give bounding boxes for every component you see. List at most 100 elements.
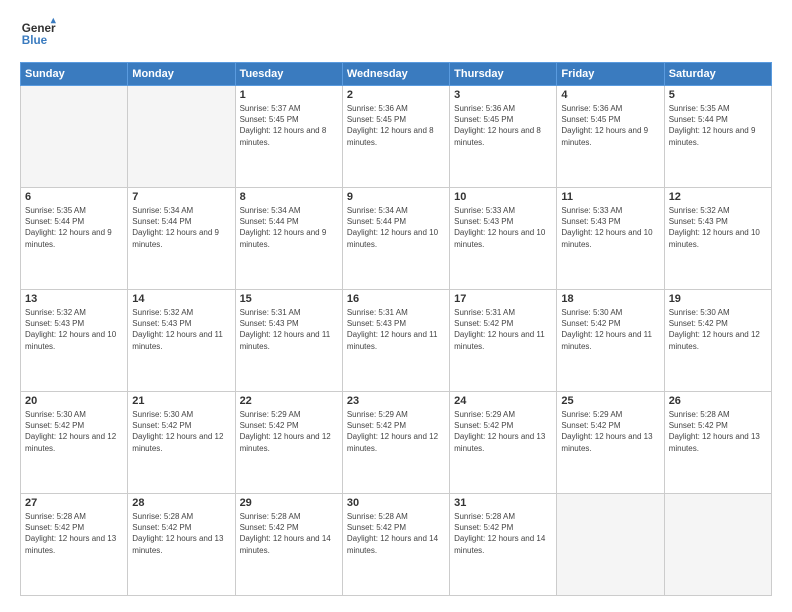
week-row-3: 20 Sunrise: 5:30 AMSunset: 5:42 PMDayligh…: [21, 392, 772, 494]
weekday-header-row: SundayMondayTuesdayWednesdayThursdayFrid…: [21, 63, 772, 86]
calendar-cell: 29Sunrise: 5:28 AMSunset: 5:42 PMDayligh…: [235, 494, 342, 596]
calendar-cell: 27 Sunrise: 5:28 AMSunset: 5:42 PMDayligh…: [21, 494, 128, 596]
day-number: 15: [240, 293, 338, 305]
calendar-cell: [21, 86, 128, 188]
day-number: 29: [240, 497, 338, 509]
day-number: 31: [454, 497, 552, 509]
weekday-header-friday: Friday: [557, 63, 664, 86]
day-info: Sunrise: 5:36 AMSunset: 5:45 PMDaylight:…: [454, 103, 552, 148]
calendar-cell: 9 Sunrise: 5:34 AMSunset: 5:44 PMDaylight…: [342, 188, 449, 290]
calendar-cell: 1Sunrise: 5:37 AMSunset: 5:45 PMDaylight…: [235, 86, 342, 188]
calendar-cell: 6 Sunrise: 5:35 AMSunset: 5:44 PMDaylight…: [21, 188, 128, 290]
day-number: 17: [454, 293, 552, 305]
page: General Blue SundayMondayTuesdayWednesda…: [0, 0, 792, 612]
calendar-cell: 28 Sunrise: 5:28 AMSunset: 5:42 PMDayligh…: [128, 494, 235, 596]
calendar-cell: 2 Sunrise: 5:36 AMSunset: 5:45 PMDaylight…: [342, 86, 449, 188]
day-info: Sunrise: 5:30 AMSunset: 5:42 PMDaylight:…: [669, 307, 767, 352]
calendar-cell: 31 Sunrise: 5:28 AMSunset: 5:42 PMDayligh…: [450, 494, 557, 596]
day-info: Sunrise: 5:29 AMSunset: 5:42 PMDaylight:…: [347, 409, 445, 454]
day-number: 19: [669, 293, 767, 305]
day-number: 18: [561, 293, 659, 305]
day-number: 24: [454, 395, 552, 407]
calendar-cell: 5 Sunrise: 5:35 AMSunset: 5:44 PMDaylight…: [664, 86, 771, 188]
day-info: Sunrise: 5:31 AMSunset: 5:42 PMDaylight:…: [454, 307, 552, 352]
day-number: 11: [561, 191, 659, 203]
day-number: 30: [347, 497, 445, 509]
calendar-cell: 22Sunrise: 5:29 AMSunset: 5:42 PMDayligh…: [235, 392, 342, 494]
calendar-cell: 4 Sunrise: 5:36 AMSunset: 5:45 PMDaylight…: [557, 86, 664, 188]
day-number: 27: [25, 497, 123, 509]
day-info: Sunrise: 5:35 AMSunset: 5:44 PMDaylight:…: [25, 205, 123, 250]
day-info: Sunrise: 5:32 AMSunset: 5:43 PMDaylight:…: [669, 205, 767, 250]
week-row-4: 27 Sunrise: 5:28 AMSunset: 5:42 PMDayligh…: [21, 494, 772, 596]
week-row-1: 6 Sunrise: 5:35 AMSunset: 5:44 PMDaylight…: [21, 188, 772, 290]
day-info: Sunrise: 5:33 AMSunset: 5:43 PMDaylight:…: [561, 205, 659, 250]
day-number: 13: [25, 293, 123, 305]
day-number: 6: [25, 191, 123, 203]
day-info: Sunrise: 5:29 AMSunset: 5:42 PMDaylight:…: [240, 409, 338, 454]
day-number: 5: [669, 89, 767, 101]
calendar-cell: 23Sunrise: 5:29 AMSunset: 5:42 PMDayligh…: [342, 392, 449, 494]
day-number: 14: [132, 293, 230, 305]
day-number: 9: [347, 191, 445, 203]
calendar-cell: 14 Sunrise: 5:32 AMSunset: 5:43 PMDayligh…: [128, 290, 235, 392]
calendar-cell: 13Sunrise: 5:32 AMSunset: 5:43 PMDayligh…: [21, 290, 128, 392]
calendar-cell: 18Sunrise: 5:30 AMSunset: 5:42 PMDayligh…: [557, 290, 664, 392]
day-info: Sunrise: 5:28 AMSunset: 5:42 PMDaylight:…: [347, 511, 445, 556]
day-info: Sunrise: 5:31 AMSunset: 5:43 PMDaylight:…: [240, 307, 338, 352]
day-info: Sunrise: 5:32 AMSunset: 5:43 PMDaylight:…: [132, 307, 230, 352]
day-number: 28: [132, 497, 230, 509]
day-number: 16: [347, 293, 445, 305]
day-info: Sunrise: 5:34 AMSunset: 5:44 PMDaylight:…: [347, 205, 445, 250]
calendar-cell: 25Sunrise: 5:29 AMSunset: 5:42 PMDayligh…: [557, 392, 664, 494]
day-info: Sunrise: 5:34 AMSunset: 5:44 PMDaylight:…: [132, 205, 230, 250]
day-number: 26: [669, 395, 767, 407]
weekday-header-sunday: Sunday: [21, 63, 128, 86]
day-info: Sunrise: 5:35 AMSunset: 5:44 PMDaylight:…: [669, 103, 767, 148]
day-info: Sunrise: 5:28 AMSunset: 5:42 PMDaylight:…: [669, 409, 767, 454]
day-info: Sunrise: 5:30 AMSunset: 5:42 PMDaylight:…: [132, 409, 230, 454]
calendar-cell: 16Sunrise: 5:31 AMSunset: 5:43 PMDayligh…: [342, 290, 449, 392]
calendar-cell: 24 Sunrise: 5:29 AMSunset: 5:42 PMDayligh…: [450, 392, 557, 494]
day-info: Sunrise: 5:37 AMSunset: 5:45 PMDaylight:…: [240, 103, 338, 148]
day-info: Sunrise: 5:34 AMSunset: 5:44 PMDaylight:…: [240, 205, 338, 250]
day-info: Sunrise: 5:28 AMSunset: 5:42 PMDaylight:…: [25, 511, 123, 556]
weekday-header-saturday: Saturday: [664, 63, 771, 86]
week-row-0: 1Sunrise: 5:37 AMSunset: 5:45 PMDaylight…: [21, 86, 772, 188]
day-number: 12: [669, 191, 767, 203]
day-info: Sunrise: 5:30 AMSunset: 5:42 PMDaylight:…: [25, 409, 123, 454]
week-row-2: 13 Sunrise: 5:32 AMSunset: 5:43 PMDayligh…: [21, 290, 772, 392]
day-info: Sunrise: 5:36 AMSunset: 5:45 PMDaylight:…: [347, 103, 445, 148]
day-info: Sunrise: 5:28 AMSunset: 5:42 PMDaylight:…: [454, 511, 552, 556]
calendar-table: SundayMondayTuesdayWednesdayThursdayFrid…: [20, 62, 772, 596]
day-info: Sunrise: 5:28 AMSunset: 5:42 PMDaylight:…: [132, 511, 230, 556]
calendar-cell: 26 Sunrise: 5:28 AMSunset: 5:42 PMDayligh…: [664, 392, 771, 494]
calendar-cell: 12 Sunrise: 5:32 AMSunset: 5:43 PMDayligh…: [664, 188, 771, 290]
calendar-cell: 21Sunrise: 5:30 AMSunset: 5:42 PMDayligh…: [128, 392, 235, 494]
calendar-cell: 3 Sunrise: 5:36 AMSunset: 5:45 PMDaylight…: [450, 86, 557, 188]
weekday-header-monday: Monday: [128, 63, 235, 86]
day-info: Sunrise: 5:33 AMSunset: 5:43 PMDaylight:…: [454, 205, 552, 250]
calendar-cell: 7 Sunrise: 5:34 AMSunset: 5:44 PMDaylight…: [128, 188, 235, 290]
day-number: 7: [132, 191, 230, 203]
calendar-cell: 8Sunrise: 5:34 AMSunset: 5:44 PMDaylight…: [235, 188, 342, 290]
calendar-cell: 30 Sunrise: 5:28 AMSunset: 5:42 PMDayligh…: [342, 494, 449, 596]
day-number: 2: [347, 89, 445, 101]
weekday-header-wednesday: Wednesday: [342, 63, 449, 86]
calendar-cell: [128, 86, 235, 188]
day-number: 25: [561, 395, 659, 407]
day-number: 4: [561, 89, 659, 101]
calendar-cell: 17 Sunrise: 5:31 AMSunset: 5:42 PMDayligh…: [450, 290, 557, 392]
day-number: 3: [454, 89, 552, 101]
calendar-cell: 19 Sunrise: 5:30 AMSunset: 5:42 PMDayligh…: [664, 290, 771, 392]
calendar-cell: [557, 494, 664, 596]
calendar-cell: 20 Sunrise: 5:30 AMSunset: 5:42 PMDayligh…: [21, 392, 128, 494]
calendar-cell: 10Sunrise: 5:33 AMSunset: 5:43 PMDayligh…: [450, 188, 557, 290]
day-number: 20: [25, 395, 123, 407]
calendar-cell: [664, 494, 771, 596]
weekday-header-thursday: Thursday: [450, 63, 557, 86]
calendar-cell: 11 Sunrise: 5:33 AMSunset: 5:43 PMDayligh…: [557, 188, 664, 290]
day-info: Sunrise: 5:29 AMSunset: 5:42 PMDaylight:…: [454, 409, 552, 454]
generalblue-logo-icon: General Blue: [20, 16, 56, 52]
day-info: Sunrise: 5:36 AMSunset: 5:45 PMDaylight:…: [561, 103, 659, 148]
